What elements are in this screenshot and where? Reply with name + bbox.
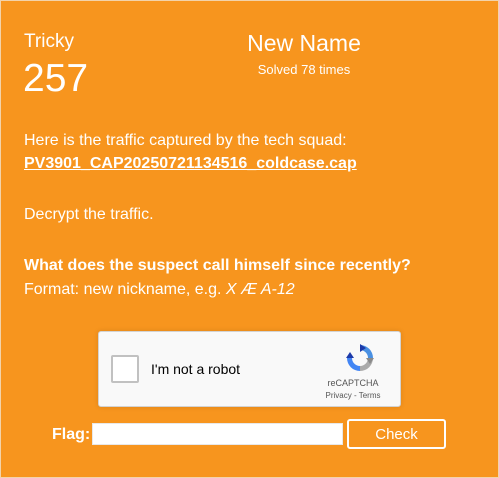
format-example: X Æ A-12 — [225, 281, 295, 298]
solve-count: Solved 78 times — [257, 62, 351, 77]
recaptcha-label: I'm not a robot — [151, 361, 241, 377]
challenge-title: New Name — [247, 30, 361, 56]
check-button[interactable]: Check — [347, 419, 446, 449]
flag-input[interactable] — [92, 423, 343, 445]
recaptcha-terms-link[interactable]: Terms — [359, 391, 381, 400]
recaptcha-privacy-link[interactable]: Privacy — [326, 391, 352, 400]
recaptcha-link-separator: - — [351, 391, 359, 400]
description-intro: Here is the traffic captured by the tech… — [24, 132, 347, 149]
flag-label: Flag: — [52, 426, 91, 443]
recaptcha-brand: reCAPTCHA — [327, 378, 379, 388]
difficulty-label: Tricky — [24, 31, 74, 52]
recaptcha-logo-icon — [346, 344, 374, 371]
format-prefix: Format: new nickname, e.g. — [24, 281, 226, 298]
challenge-question: What does the suspect call himself since… — [24, 257, 411, 274]
description-task: Decrypt the traffic. — [24, 206, 154, 223]
recaptcha-widget: I'm not a robot reCAPTCHA Privacy - Term… — [98, 331, 401, 407]
points-value: 257 — [23, 57, 89, 100]
recaptcha-links: Privacy - Terms — [318, 391, 388, 401]
challenge-card: Tricky 257 New Name Solved 78 times Here… — [0, 0, 499, 478]
capture-file-link[interactable]: PV3901_CAP20250721134516_coldcase.cap — [24, 154, 357, 174]
answer-format: Format: new nickname, e.g. X Æ A-12 — [24, 280, 295, 300]
recaptcha-checkbox[interactable] — [111, 355, 139, 383]
